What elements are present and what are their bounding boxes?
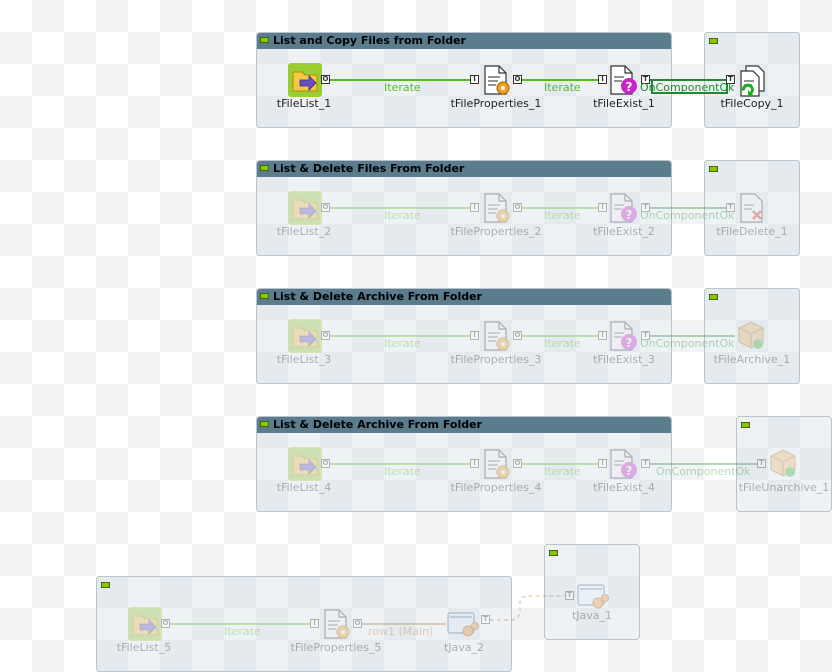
link-label-row-main[interactable]: row1 (Main)	[368, 625, 433, 638]
iterate-out-port[interactable]: O	[353, 619, 362, 628]
java-icon[interactable]	[446, 607, 480, 641]
link-label-iterate[interactable]: Iterate	[224, 625, 261, 638]
flow-row-5: O I O T T Iterate row1 (Main) tFileList_…	[0, 0, 832, 672]
iterate-out-port[interactable]: O	[161, 619, 170, 628]
component-label[interactable]: tJava_1	[572, 609, 612, 622]
iterate-in-port[interactable]: I	[310, 619, 319, 628]
folder-list-icon[interactable]	[128, 607, 162, 641]
java-icon[interactable]	[576, 579, 610, 613]
trigger-out-port[interactable]: T	[481, 615, 490, 624]
component-label[interactable]: tJava_2	[444, 641, 484, 654]
component-label[interactable]: tFileProperties_5	[291, 641, 382, 654]
component-label[interactable]: tFileList_5	[117, 641, 171, 654]
trigger-in-port[interactable]: T	[565, 591, 574, 600]
file-properties-icon[interactable]	[318, 607, 352, 641]
connection-lines	[170, 595, 564, 625]
